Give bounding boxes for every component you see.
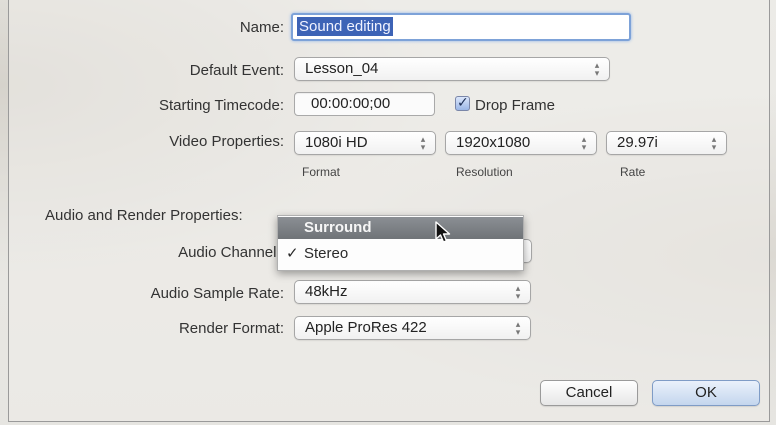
render-format-value: Apple ProRes 422 — [305, 319, 427, 336]
checkmark-icon: ✓ — [286, 245, 299, 262]
audio-sample-rate-popup[interactable]: 48kHz ▴ ▾ — [294, 280, 531, 304]
video-properties-label: Video Properties: — [169, 133, 284, 150]
name-value: Sound editing — [297, 17, 393, 36]
audio-sample-rate-label: Audio Sample Rate: — [150, 285, 284, 302]
video-resolution-popup[interactable]: 1920x1080 ▴ ▾ — [445, 131, 597, 155]
video-rate-popup[interactable]: 29.97i ▴ ▾ — [606, 131, 727, 155]
starting-timecode-label: Starting Timecode: — [158, 97, 284, 114]
default-event-value: Lesson_04 — [305, 60, 379, 77]
checkmark-icon: ✓ — [457, 94, 469, 110]
ok-button[interactable]: OK — [652, 380, 760, 406]
cancel-button[interactable]: Cancel — [540, 380, 638, 406]
audio-render-properties-label: Audio and Render Properties: — [45, 207, 243, 224]
rate-caption: Rate — [620, 165, 646, 179]
starting-timecode-field[interactable]: 00:00:00;00 — [294, 92, 435, 116]
default-event-popup[interactable]: Lesson_04 ▴ ▾ — [294, 57, 610, 81]
updown-arrows-icon: ▴ ▾ — [581, 134, 587, 152]
menu-item-surround[interactable]: Surround — [278, 217, 523, 239]
audio-channels-menu: Surround ✓ Stereo — [277, 215, 524, 271]
render-format-popup[interactable]: Apple ProRes 422 ▴ ▾ — [294, 316, 531, 340]
menu-item-stereo[interactable]: ✓ Stereo — [278, 243, 523, 265]
updown-arrows-icon: ▴ ▾ — [420, 134, 426, 152]
audio-sample-rate-value: 48kHz — [305, 283, 348, 300]
updown-arrows-icon: ▴ ▾ — [515, 319, 521, 337]
name-field[interactable]: Sound editing — [291, 13, 631, 41]
format-caption: Format — [302, 165, 341, 179]
menu-item-label: Stereo — [304, 245, 349, 262]
drop-frame-checkbox[interactable]: ✓ — [455, 94, 470, 111]
video-format-popup[interactable]: 1080i HD ▴ ▾ — [294, 131, 436, 155]
video-rate-value: 29.97i — [617, 134, 658, 151]
video-resolution-value: 1920x1080 — [456, 134, 531, 151]
updown-arrows-icon: ▴ ▾ — [711, 134, 717, 152]
render-format-label: Render Format: — [178, 320, 284, 337]
resolution-caption: Resolution — [456, 165, 513, 179]
name-label: Name: — [239, 19, 284, 36]
arrow-cursor-icon — [435, 221, 451, 243]
menu-item-label: Surround — [304, 219, 372, 236]
audio-channels-label: Audio Channels — [178, 244, 284, 261]
updown-arrows-icon: ▴ ▾ — [594, 60, 600, 78]
default-event-label: Default Event: — [189, 62, 284, 79]
updown-arrows-icon: ▴ ▾ — [515, 283, 521, 301]
video-format-value: 1080i HD — [305, 134, 368, 151]
starting-timecode-value: 00:00:00;00 — [311, 95, 391, 112]
drop-frame-label[interactable]: Drop Frame — [475, 97, 555, 114]
